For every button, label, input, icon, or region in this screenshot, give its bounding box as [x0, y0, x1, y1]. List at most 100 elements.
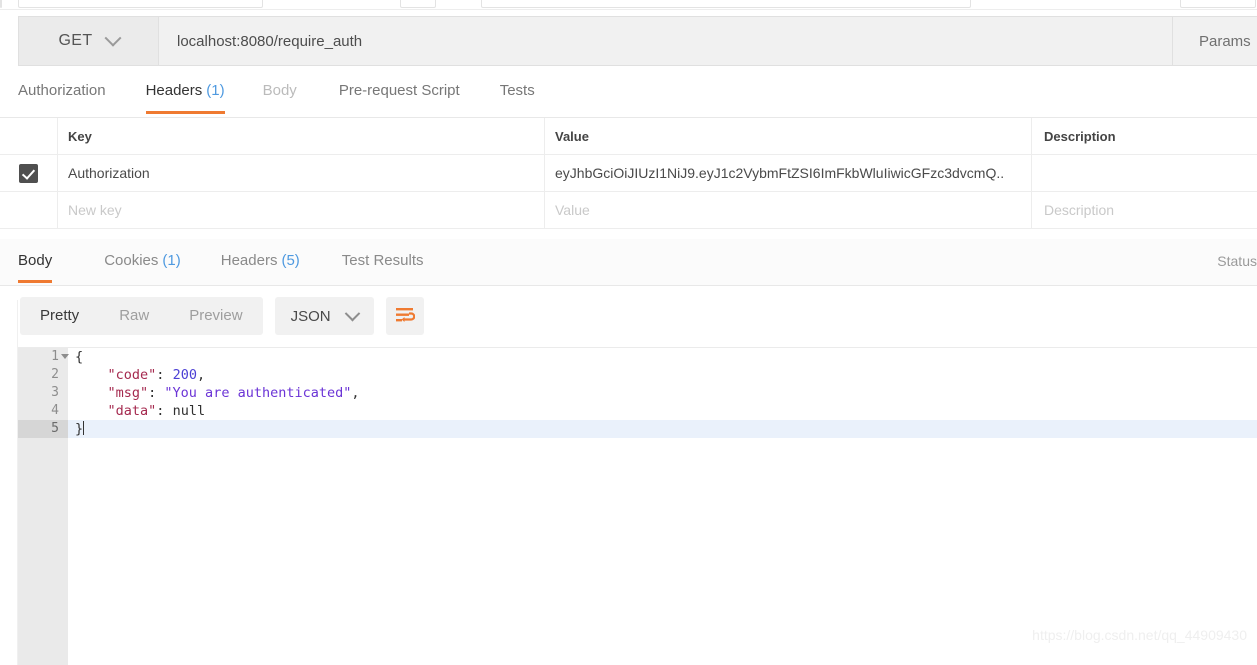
row-value-cell[interactable]: eyJhbGciOiJIUzI1NiJ9.eyJ1c2VybmFtZSI6ImF… [545, 155, 1032, 191]
code-token-punc: , [196, 367, 206, 383]
tab-tests[interactable]: Tests [500, 78, 535, 114]
code-line: "data": null [68, 402, 1257, 420]
new-row-key-cell[interactable]: New key [58, 192, 545, 228]
http-method-dropdown[interactable]: GET [18, 16, 158, 66]
postman-window: GET localhost:8080/require_auth Params A… [0, 0, 1257, 665]
gutter-line: 2 [18, 366, 68, 384]
word-wrap-button[interactable] [385, 297, 424, 335]
editor-code-area[interactable]: { "code": 200, "msg": "You are authentic… [68, 348, 1257, 665]
header-col-description: Description [1032, 118, 1257, 154]
format-label: JSON [290, 307, 331, 325]
new-key-placeholder: New key [68, 202, 122, 218]
row-description-cell[interactable] [1032, 155, 1257, 191]
line-number: 1 [51, 349, 59, 364]
tab-headers-count: (1) [206, 82, 225, 99]
code-token-punc: } [75, 421, 84, 437]
line-number: 2 [51, 367, 59, 382]
code-line: "msg": "You are authenticated", [68, 384, 1257, 402]
row-key-cell[interactable]: Authorization [58, 155, 545, 191]
view-mode-raw[interactable]: Raw [99, 297, 169, 335]
row-key-value: Authorization [68, 165, 150, 181]
header-col-check [0, 118, 58, 154]
headers-table-header-row: Key Value Description [0, 118, 1257, 155]
gutter-line: 5 [18, 420, 68, 438]
response-tabs: Body Cookies (1) Headers (5) Test Results … [0, 239, 1257, 286]
row-value-value: eyJhbGciOiJIUzI1NiJ9.eyJ1c2VybmFtZSI6ImF… [555, 165, 1005, 181]
line-number: 4 [51, 403, 59, 418]
view-mode-preview[interactable]: Preview [169, 297, 262, 335]
new-row-checkbox-cell [0, 192, 58, 228]
view-mode-switch: Pretty Raw Preview [20, 297, 263, 335]
response-tab-body-label: Body [18, 252, 53, 269]
http-method-label: GET [58, 32, 93, 49]
headers-table: Key Value Description Authorization eyJh… [0, 118, 1257, 229]
tab-pre-request-script[interactable]: Pre-request Script [339, 78, 460, 114]
code-token-null: null [172, 403, 206, 419]
editor-gutter: 1 2 3 4 5 [18, 348, 69, 665]
response-tab-headers-label: Headers [220, 252, 278, 269]
code-token-str: "You are authenticated" [164, 385, 352, 401]
word-wrap-icon [395, 308, 415, 322]
tab-tests-label: Tests [499, 82, 535, 99]
response-tab-headers[interactable]: Headers (5) [221, 239, 300, 283]
response-body-editor[interactable]: 1 2 3 4 5 { "code": 200, "msg": "You are… [18, 347, 1257, 665]
code-token-key: "msg" [107, 385, 149, 401]
code-token-punc: : [156, 367, 173, 383]
row-enabled-checkbox[interactable] [19, 163, 38, 183]
status-label: Status [1217, 253, 1257, 269]
response-tab-cookies-label: Cookies [104, 252, 159, 269]
watermark-text: https://blog.csdn.net/qq_44909430 [1032, 627, 1247, 643]
new-row-value-cell[interactable]: Value [545, 192, 1032, 228]
code-token-punc: , [351, 385, 360, 401]
code-token-punc: : [156, 403, 173, 419]
table-row-new[interactable]: New key Value Description [0, 192, 1257, 229]
params-label: Params [1199, 32, 1251, 50]
table-row[interactable]: Authorization eyJhbGciOiJIUzI1NiJ9.eyJ1c… [0, 155, 1257, 192]
view-mode-pretty[interactable]: Pretty [20, 297, 99, 335]
request-url-bar: GET localhost:8080/require_auth Params [18, 16, 1257, 66]
tab-authorization[interactable]: Authorization [18, 78, 106, 114]
url-value: localhost:8080/require_auth [177, 32, 363, 50]
sliver-field-2 [400, 0, 436, 8]
response-tab-cookies-count: (1) [162, 252, 181, 269]
code-token-num: 200 [172, 367, 197, 383]
params-button[interactable]: Params [1173, 16, 1257, 66]
code-line: "code": 200, [68, 366, 1257, 384]
response-tab-cookies[interactable]: Cookies (1) [104, 239, 181, 283]
response-tab-headers-count: (5) [281, 252, 300, 269]
request-tabs: Authorization Headers (1) Body Pre-reques… [0, 78, 1257, 118]
response-tab-test-results[interactable]: Test Results [342, 239, 424, 283]
tab-body-label: Body [262, 82, 297, 99]
new-row-description-cell[interactable]: Description [1032, 192, 1257, 228]
code-line: } [68, 420, 1257, 438]
code-token-punc: { [75, 349, 84, 365]
text-caret [83, 421, 85, 435]
code-line: { [68, 348, 1257, 366]
code-token-key: "data" [107, 403, 157, 419]
editor-left-margin [0, 347, 18, 665]
row-checkbox-cell [0, 155, 58, 191]
new-description-placeholder: Description [1044, 202, 1115, 218]
header-col-key-label: Key [68, 128, 92, 144]
header-col-value-label: Value [555, 128, 589, 144]
line-number: 3 [51, 385, 59, 400]
new-value-placeholder: Value [555, 202, 590, 218]
gutter-line: 3 [18, 384, 68, 402]
url-input[interactable]: localhost:8080/require_auth [158, 16, 1173, 66]
gutter-line: 4 [18, 402, 68, 420]
header-col-key: Key [58, 118, 545, 154]
header-col-value: Value [545, 118, 1032, 154]
code-token-key: "code" [107, 367, 157, 383]
top-toolbar-sliver [0, 0, 1257, 10]
code-token-punc: : [148, 385, 165, 401]
tab-body[interactable]: Body [263, 78, 297, 114]
sliver-field-4 [481, 0, 971, 8]
gutter-line[interactable]: 1 [18, 348, 69, 366]
response-tab-body[interactable]: Body [18, 239, 53, 283]
tab-headers[interactable]: Headers (1) [145, 78, 225, 114]
chevron-down-icon [104, 29, 122, 47]
format-dropdown[interactable]: JSON [274, 297, 374, 335]
